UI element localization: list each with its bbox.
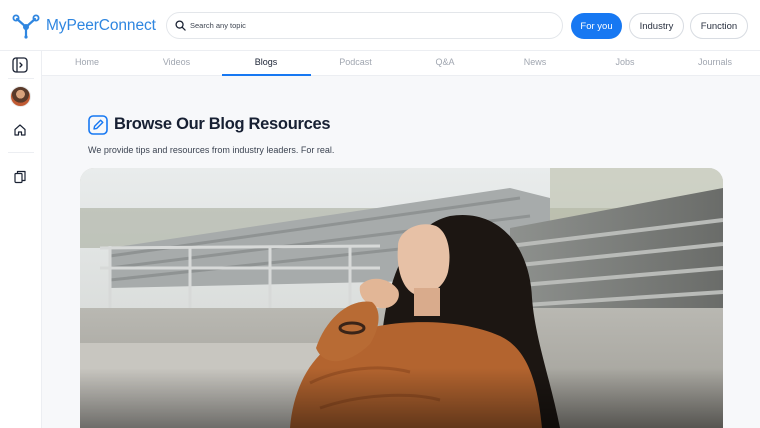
- library-icon[interactable]: [11, 168, 29, 186]
- rail-divider: [8, 78, 34, 79]
- home-icon[interactable]: [11, 121, 29, 139]
- filter-for-you-button[interactable]: For you: [571, 13, 622, 39]
- search-icon: [175, 20, 186, 31]
- logo-icon: [12, 14, 40, 39]
- app-name: MyPeerConnect: [46, 17, 156, 34]
- tab-qa[interactable]: Q&A: [435, 57, 454, 67]
- search-input[interactable]: [190, 21, 550, 30]
- tab-journals[interactable]: Journals: [698, 57, 732, 67]
- sidebar-toggle-icon[interactable]: [11, 56, 29, 74]
- tab-videos[interactable]: Videos: [163, 57, 190, 67]
- top-header: MyPeerConnect For you Industry Function: [0, 0, 760, 51]
- tab-blogs[interactable]: Blogs: [255, 57, 278, 67]
- logo[interactable]: MyPeerConnect: [12, 13, 156, 39]
- content-tabs: Home Videos Blogs Podcast Q&A News Jobs …: [42, 51, 760, 76]
- avatar[interactable]: [10, 86, 31, 107]
- rail-divider: [8, 152, 34, 153]
- active-tab-indicator: [222, 74, 311, 76]
- blog-hero-image[interactable]: [80, 168, 723, 428]
- page-title: Browse Our Blog Resources: [114, 115, 331, 133]
- hero-photo: [80, 168, 723, 428]
- filter-industry-button[interactable]: Industry: [629, 13, 684, 39]
- edit-icon: [88, 115, 108, 135]
- left-rail: [0, 51, 42, 428]
- page-subtitle: We provide tips and resources from indus…: [88, 145, 335, 155]
- filter-function-button[interactable]: Function: [690, 13, 748, 39]
- tab-podcast[interactable]: Podcast: [339, 57, 372, 67]
- tab-news[interactable]: News: [524, 57, 547, 67]
- tab-jobs[interactable]: Jobs: [615, 57, 634, 67]
- search-bar[interactable]: [166, 12, 563, 39]
- tab-home[interactable]: Home: [75, 57, 99, 67]
